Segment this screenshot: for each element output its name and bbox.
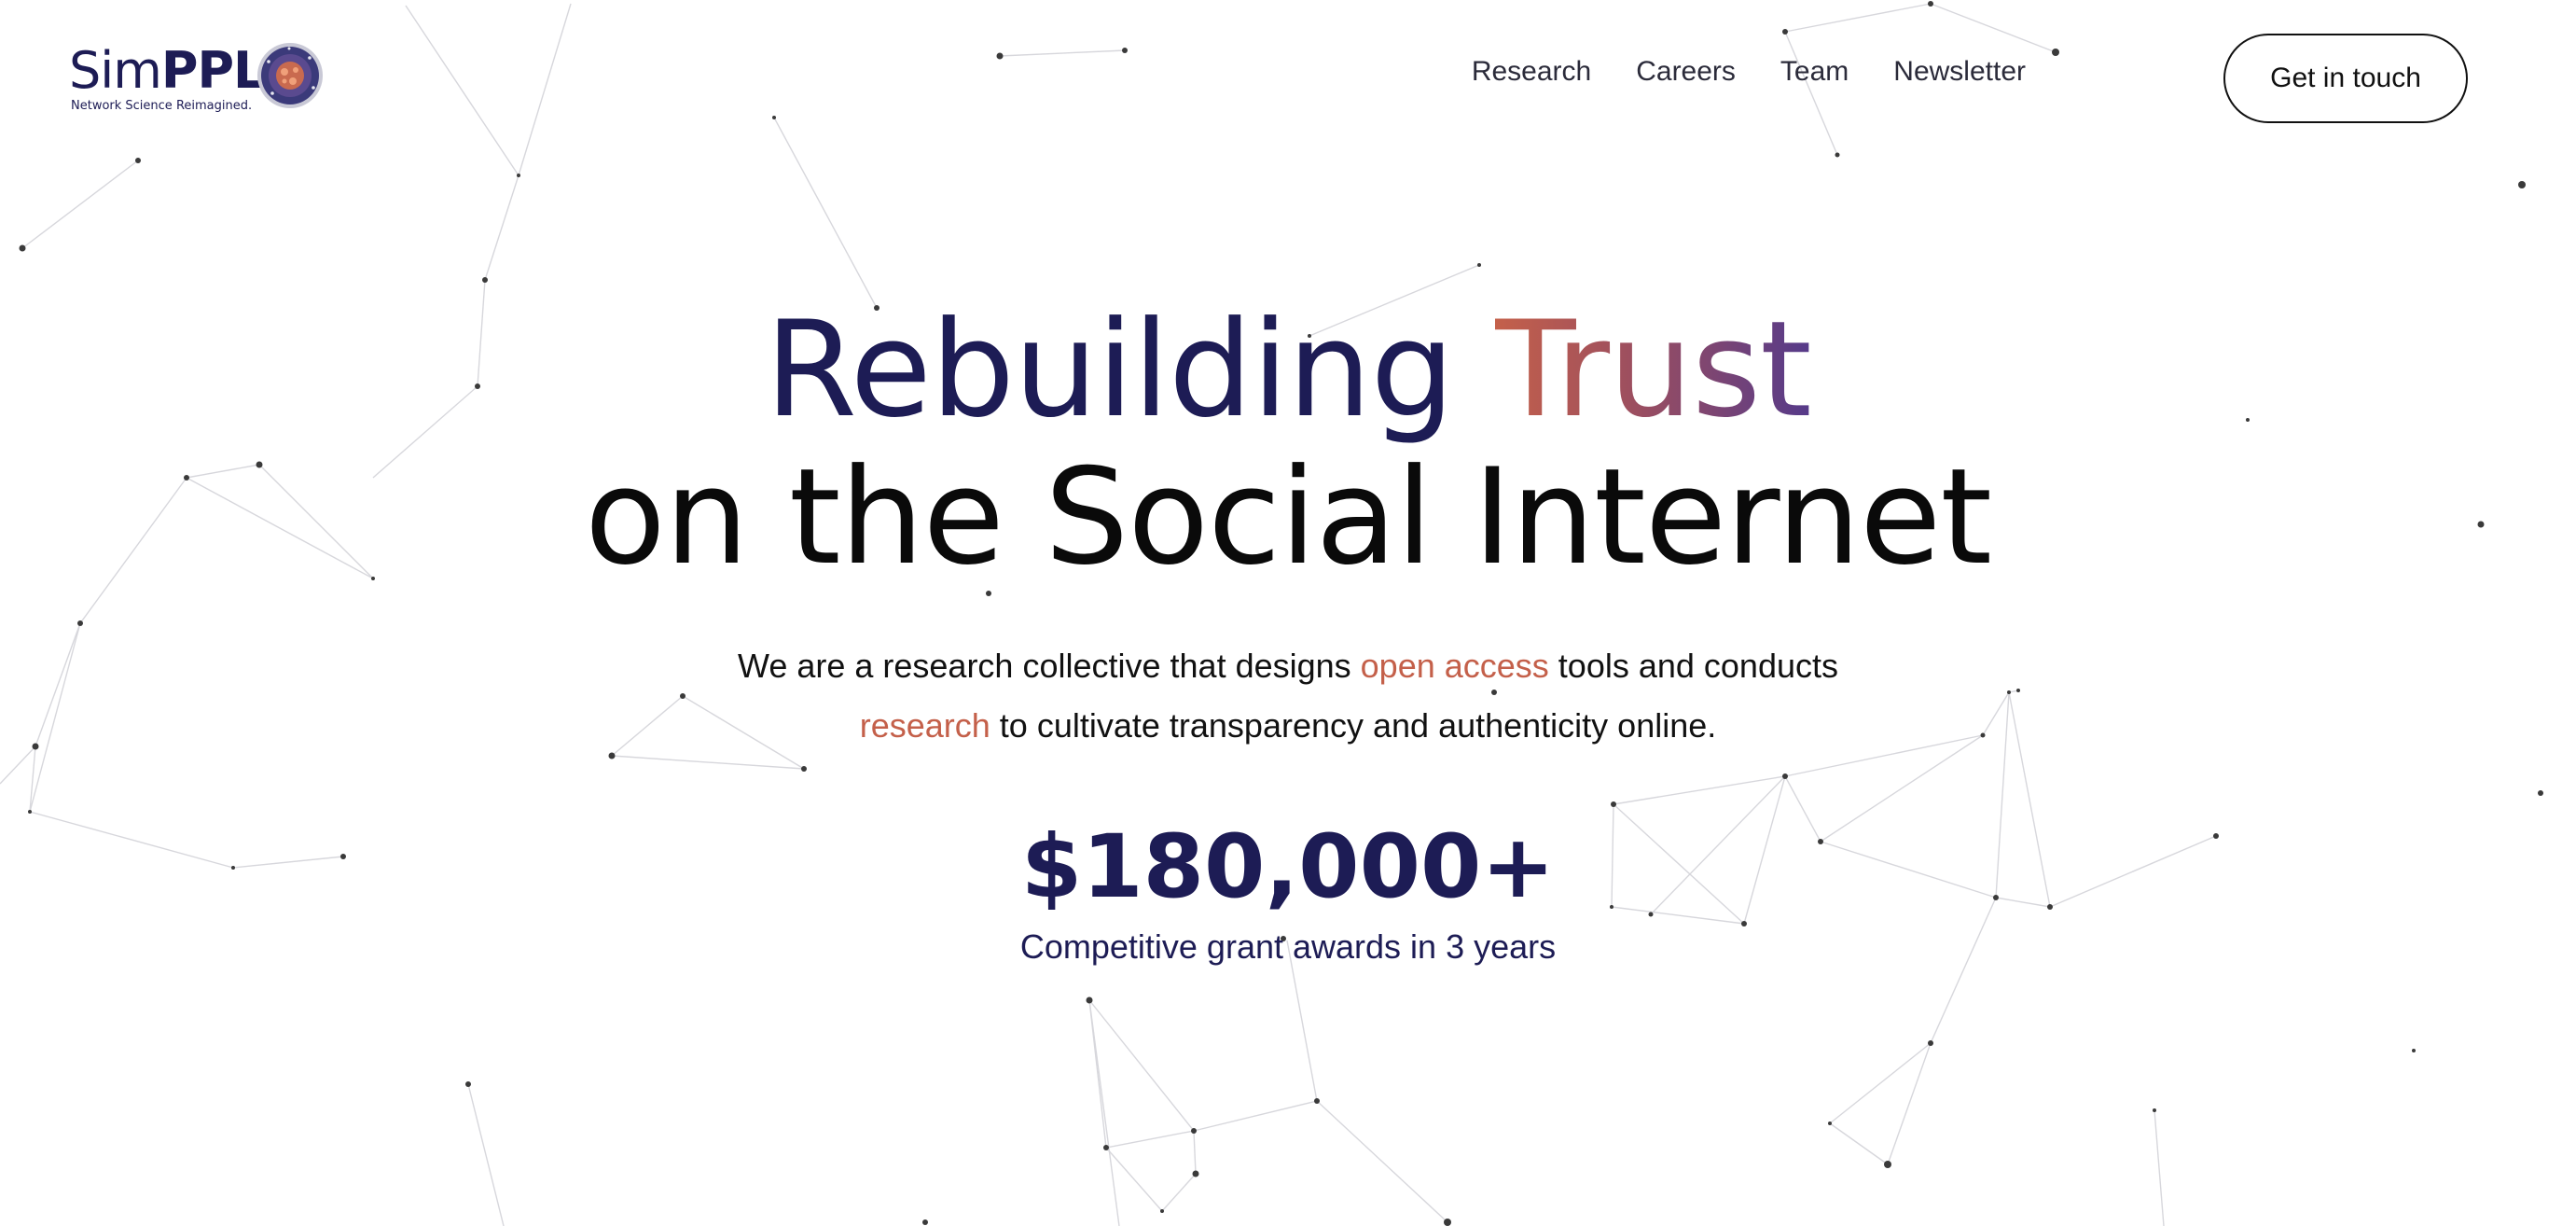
research-link[interactable]: research bbox=[860, 706, 990, 745]
brand-tagline: Network Science Reimagined. bbox=[71, 99, 253, 113]
brand-wordmark: SimPPL bbox=[69, 41, 266, 101]
grant-total-label: Competitive grant awards in 3 years bbox=[1019, 927, 1557, 966]
nav-item-research[interactable]: Research bbox=[1472, 56, 1591, 88]
grant-total-value: $180,000+ bbox=[1020, 816, 1556, 918]
subtitle-text-3: to cultivate transparency and authentici… bbox=[990, 706, 1717, 745]
brand-name-light: Sim bbox=[69, 41, 162, 100]
nav-item-team[interactable]: Team bbox=[1780, 56, 1849, 88]
brand-logo[interactable]: SimPPL Network Science Reimagined. bbox=[69, 41, 330, 119]
headline-line-1: Rebuilding Trust bbox=[0, 297, 2576, 444]
hero-subtitle: We are a research collective that design… bbox=[635, 636, 1941, 756]
nav-item-careers[interactable]: Careers bbox=[1636, 56, 1736, 88]
get-in-touch-button[interactable]: Get in touch bbox=[2223, 34, 2468, 123]
main-nav: Research Careers Team Newsletter bbox=[1472, 56, 2026, 88]
network-globe-icon bbox=[257, 43, 323, 108]
landing-page: SimPPL Network Science Reimagined. Resea… bbox=[0, 0, 2576, 1226]
headline-part-1: Rebuilding bbox=[765, 293, 1495, 447]
subtitle-text-1: We are a research collective that design… bbox=[737, 647, 1361, 685]
headline-line-2: on the Social Internet bbox=[584, 440, 1992, 594]
hero-section: Rebuilding Trust on the Social Internet … bbox=[0, 297, 2576, 967]
headline-accent-word: Trust bbox=[1494, 293, 1812, 447]
brand-name-bold: PPL bbox=[160, 41, 266, 100]
subtitle-text-2: tools and conducts bbox=[1548, 647, 1838, 685]
hero-headline: Rebuilding Trust on the Social Internet bbox=[0, 297, 2576, 592]
open-access-link[interactable]: open access bbox=[1361, 647, 1549, 685]
nav-item-newsletter[interactable]: Newsletter bbox=[1893, 56, 2026, 88]
